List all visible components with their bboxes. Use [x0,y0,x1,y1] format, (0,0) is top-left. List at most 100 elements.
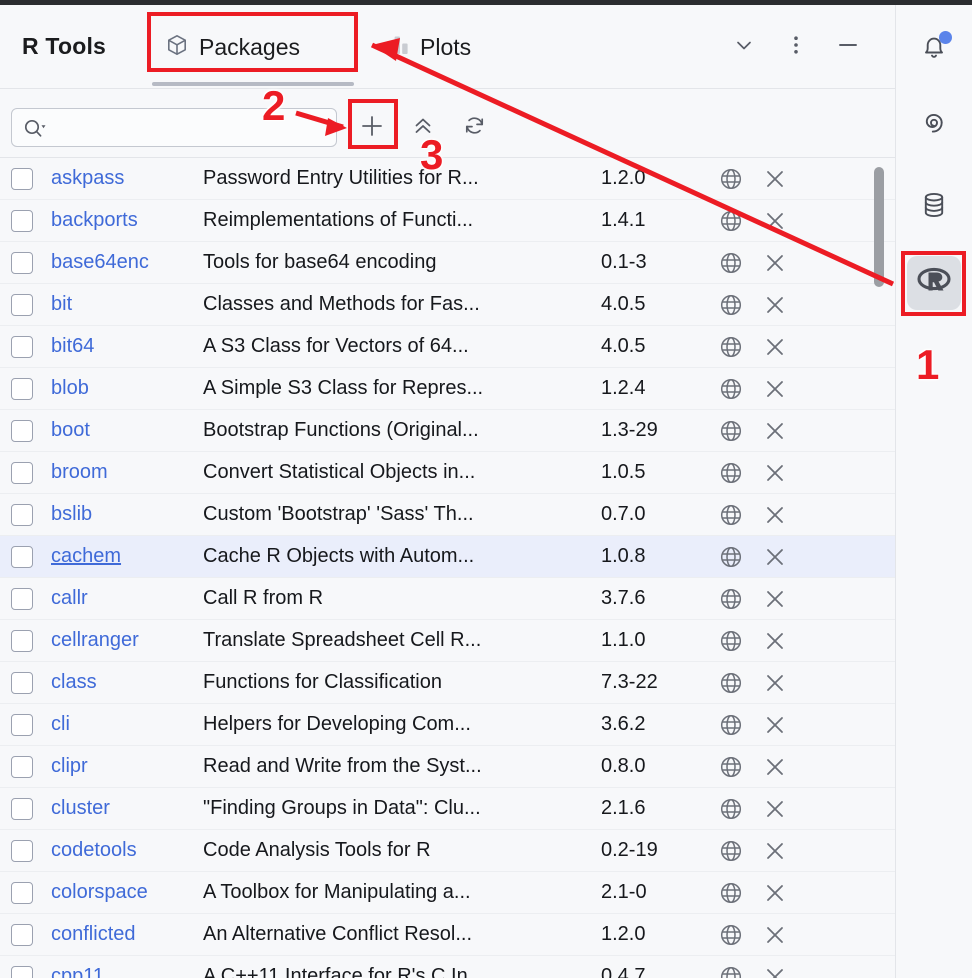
globe-icon[interactable] [709,207,753,235]
close-icon[interactable] [753,964,797,978]
package-name-link[interactable]: bit [51,293,203,316]
package-name-link[interactable]: bit64 [51,335,203,358]
row-checkbox[interactable] [11,461,33,484]
close-icon[interactable] [753,628,797,654]
table-row[interactable]: cli Helpers for Developing Com... 3.6.2 [0,704,895,746]
row-checkbox[interactable] [11,167,33,190]
package-name-link[interactable]: cpp11 [51,965,203,978]
globe-icon[interactable] [709,585,753,613]
row-checkbox[interactable] [11,713,33,736]
close-icon[interactable] [753,460,797,486]
globe-icon[interactable] [709,669,753,697]
close-icon[interactable] [753,838,797,864]
search-input[interactable] [60,117,328,139]
tab-plots[interactable]: Plots [372,23,485,71]
close-icon[interactable] [753,754,797,780]
table-row[interactable]: bslib Custom 'Bootstrap' 'Sass' Th... 0.7.… [0,494,895,536]
table-row[interactable]: cpp11 A C++11 Interface for R's C In... 0.… [0,956,895,978]
close-icon[interactable] [753,292,797,318]
table-row[interactable]: conflicted An Alternative Conflict Resol.… [0,914,895,956]
row-checkbox[interactable] [11,797,33,820]
row-checkbox[interactable] [11,587,33,610]
scrollbar-thumb[interactable] [874,167,884,287]
table-row[interactable]: bit64 A S3 Class for Vectors of 64... 4.0.… [0,326,895,368]
row-checkbox[interactable] [11,335,33,358]
rail-item-notifications[interactable] [907,22,961,76]
close-icon[interactable] [753,544,797,570]
package-name-link[interactable]: cli [51,713,203,736]
row-checkbox[interactable] [11,923,33,946]
package-name-link[interactable]: boot [51,419,203,442]
add-package-button[interactable] [353,109,391,147]
globe-icon[interactable] [709,963,753,978]
rail-item-ai-assistant[interactable] [907,98,961,152]
row-checkbox[interactable] [11,209,33,232]
table-scrollbar[interactable] [871,158,885,978]
row-checkbox[interactable] [11,251,33,274]
close-icon[interactable] [753,796,797,822]
package-name-link[interactable]: base64enc [51,251,203,274]
close-icon[interactable] [753,250,797,276]
close-icon[interactable] [753,208,797,234]
globe-icon[interactable] [709,795,753,823]
search-box[interactable] [11,108,337,147]
row-checkbox[interactable] [11,293,33,316]
globe-icon[interactable] [709,459,753,487]
package-name-link[interactable]: class [51,671,203,694]
close-icon[interactable] [753,712,797,738]
table-row[interactable]: codetools Code Analysis Tools for R 0.2-19 [0,830,895,872]
row-checkbox[interactable] [11,755,33,778]
table-row[interactable]: broom Convert Statistical Objects in... 1.… [0,452,895,494]
globe-icon[interactable] [709,165,753,193]
package-name-link[interactable]: cluster [51,797,203,820]
table-row[interactable]: clipr Read and Write from the Syst... 0.8.… [0,746,895,788]
package-name-link[interactable]: backports [51,209,203,232]
globe-icon[interactable] [709,333,753,361]
row-checkbox[interactable] [11,419,33,442]
package-name-link[interactable]: conflicted [51,923,203,946]
package-name-link[interactable]: broom [51,461,203,484]
globe-icon[interactable] [709,501,753,529]
globe-icon[interactable] [709,711,753,739]
rail-item-database[interactable] [907,180,961,234]
rail-item-r-tools[interactable] [907,256,961,310]
close-icon[interactable] [753,670,797,696]
package-name-link[interactable]: cellranger [51,629,203,652]
table-row[interactable]: boot Bootstrap Functions (Original... 1.3-… [0,410,895,452]
package-name-link[interactable]: bslib [51,503,203,526]
close-icon[interactable] [753,586,797,612]
row-checkbox[interactable] [11,377,33,400]
globe-icon[interactable] [709,753,753,781]
close-icon[interactable] [753,334,797,360]
table-row[interactable]: callr Call R from R 3.7.6 [0,578,895,620]
table-row[interactable]: blob A Simple S3 Class for Repres... 1.2.4 [0,368,895,410]
row-checkbox[interactable] [11,839,33,862]
package-name-link[interactable]: blob [51,377,203,400]
globe-icon[interactable] [709,627,753,655]
package-name-link[interactable]: colorspace [51,881,203,904]
table-row[interactable]: askpass Password Entry Utilities for R...… [0,158,895,200]
row-checkbox[interactable] [11,881,33,904]
table-row[interactable]: cluster "Finding Groups in Data": Clu... 2… [0,788,895,830]
row-checkbox[interactable] [11,629,33,652]
refresh-button[interactable] [455,109,493,147]
package-name-link[interactable]: askpass [51,167,203,190]
close-icon[interactable] [753,376,797,402]
tab-packages[interactable]: Packages [151,23,314,71]
table-row[interactable]: class Functions for Classification 7.3-22 [0,662,895,704]
close-icon[interactable] [753,880,797,906]
close-icon[interactable] [753,922,797,948]
globe-icon[interactable] [709,879,753,907]
row-checkbox[interactable] [11,545,33,568]
search-icon[interactable] [22,118,50,145]
globe-icon[interactable] [709,417,753,445]
row-checkbox[interactable] [11,965,33,978]
table-row[interactable]: cachem Cache R Objects with Autom... 1.0.8 [0,536,895,578]
table-row[interactable]: colorspace A Toolbox for Manipulating a..… [0,872,895,914]
table-row[interactable]: bit Classes and Methods for Fas... 4.0.5 [0,284,895,326]
row-checkbox[interactable] [11,671,33,694]
table-row[interactable]: cellranger Translate Spreadsheet Cell R..… [0,620,895,662]
globe-icon[interactable] [709,837,753,865]
package-name-link[interactable]: clipr [51,755,203,778]
row-checkbox[interactable] [11,503,33,526]
